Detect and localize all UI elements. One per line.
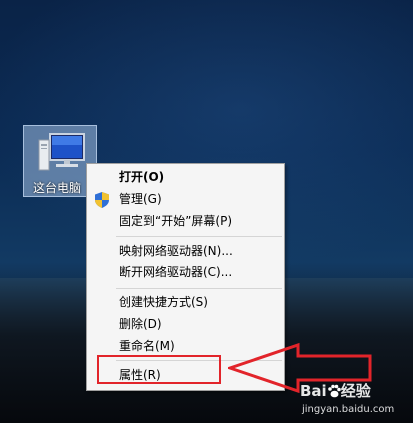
menu-item-label: 删除(D) [119,317,162,331]
menu-item-disconnect-network-drive[interactable]: 断开网络驱动器(C)... [88,262,283,283]
baidu-paw-icon [327,384,341,398]
menu-separator [116,236,282,237]
menu-item-pin-to-start[interactable]: 固定到“开始”屏幕(P) [88,211,283,232]
annotation-highlight-box [97,355,221,384]
menu-item-manage[interactable]: 管理(G) [88,189,283,210]
menu-item-label: 打开(O) [119,170,165,184]
menu-item-label: 固定到“开始”屏幕(P) [119,214,233,228]
menu-item-label: 断开网络驱动器(C)... [119,265,233,279]
menu-item-label: 创建快捷方式(S) [119,295,208,309]
uac-shield-icon [95,192,109,208]
menu-item-label: 映射网络驱动器(N)... [119,244,233,258]
menu-item-delete[interactable]: 删除(D) [88,314,283,335]
menu-item-create-shortcut[interactable]: 创建快捷方式(S) [88,292,283,313]
watermark-brand-jingyan: 经验 [340,382,371,400]
baidu-watermark: Bai 经验 jingyan.baidu.com [300,380,410,420]
menu-separator [116,288,282,289]
watermark-brand-bai: Bai [300,382,327,400]
menu-item-map-network-drive[interactable]: 映射网络驱动器(N)... [88,241,283,262]
watermark-url: jingyan.baidu.com [302,404,395,415]
menu-item-open[interactable]: 打开(O) [88,167,283,188]
menu-item-label: 管理(G) [119,192,162,206]
computer-icon [38,133,85,171]
menu-item-label: 重命名(M) [119,339,175,353]
